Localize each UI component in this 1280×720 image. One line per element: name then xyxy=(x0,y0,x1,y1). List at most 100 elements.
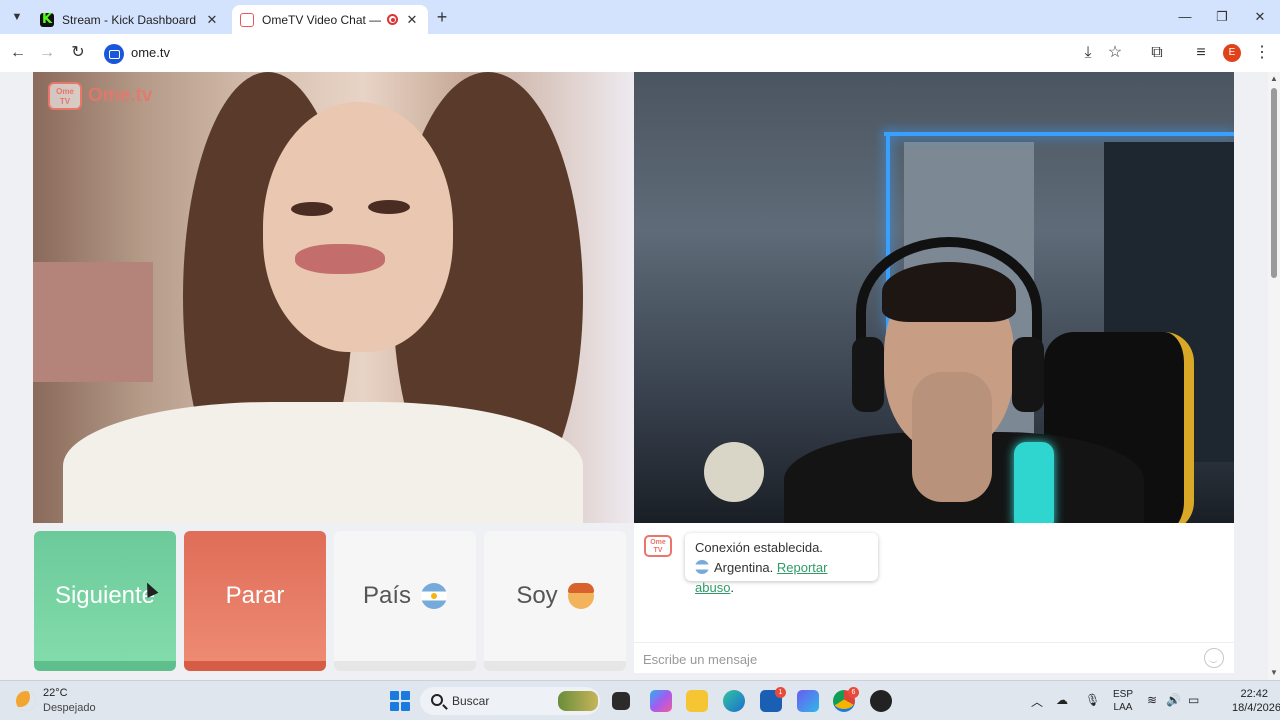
obs-studio-icon[interactable] xyxy=(870,690,892,712)
stranger-video xyxy=(33,72,634,523)
next-button[interactable]: Siguiente xyxy=(34,531,176,671)
windows-start-icon[interactable] xyxy=(390,691,410,711)
face xyxy=(263,102,453,352)
close-tab-icon[interactable]: ✕ xyxy=(204,12,220,28)
connection-status-text: Conexión establecida. xyxy=(695,540,823,555)
kick-favicon-icon xyxy=(40,12,54,27)
emoji-picker-icon[interactable] xyxy=(1204,648,1224,668)
eye-right xyxy=(368,200,410,214)
edge-browser-icon[interactable] xyxy=(723,690,745,712)
back-arrow-icon[interactable]: ← xyxy=(7,42,29,64)
moon-weather-icon[interactable] xyxy=(16,691,36,711)
tab-kick-dashboard[interactable]: Stream - Kick Dashboard ✕ xyxy=(32,5,228,34)
weather-description[interactable]: Despejado xyxy=(43,702,96,714)
tv-logo-icon: Ome TV xyxy=(644,535,672,557)
microsoft-store-icon[interactable]: 1 xyxy=(760,687,786,712)
argentina-flag-icon xyxy=(695,560,709,574)
self-webcam-video xyxy=(634,72,1234,523)
led-strip-top xyxy=(884,132,1234,136)
search-icon xyxy=(431,694,443,706)
reload-icon[interactable]: ↻ xyxy=(67,42,89,64)
wifi-icon[interactable]: ≋ xyxy=(1147,693,1157,707)
store-badge: 1 xyxy=(775,687,786,698)
tv-logo-icon: Ome TV xyxy=(48,82,82,110)
file-explorer-icon[interactable] xyxy=(686,690,708,712)
task-view-icon[interactable] xyxy=(612,692,630,710)
recording-indicator-icon xyxy=(387,14,398,25)
headphone-cup-left xyxy=(852,337,884,412)
address-bar[interactable]: ome.tv xyxy=(100,38,1138,68)
logo-text: Ome.tv xyxy=(88,85,153,106)
tab-ometv[interactable]: OmeTV Video Chat — Ome ✕ xyxy=(232,5,428,34)
weather-temperature[interactable]: 22°C xyxy=(43,687,68,699)
profile-avatar[interactable]: E xyxy=(1223,44,1241,62)
system-message-bubble: Conexión establecida. Argentina. Reporta… xyxy=(685,533,878,595)
tab-title: OmeTV Video Chat — Ome xyxy=(262,12,381,27)
argentina-flag-icon xyxy=(421,583,448,609)
clock-date: 18/4/2026 xyxy=(1232,702,1280,714)
background-wall xyxy=(33,262,153,382)
extensions-puzzle-icon[interactable]: ⧉ xyxy=(1146,42,1168,64)
stop-button-label: Parar xyxy=(225,582,285,609)
install-app-icon[interactable]: ⤓ xyxy=(1077,42,1099,64)
forward-arrow-icon[interactable]: → xyxy=(36,42,58,64)
country-button-label: País xyxy=(362,582,412,609)
new-tab-plus-icon[interactable]: + xyxy=(432,7,452,27)
browser-menu-icon[interactable]: ⋮ xyxy=(1251,42,1273,64)
chrome-icon[interactable]: 6 xyxy=(833,687,859,712)
close-tab-icon[interactable]: ✕ xyxy=(404,12,420,28)
scroll-up-arrow-icon[interactable]: ▲ xyxy=(1270,74,1278,83)
clock-time: 22:42 xyxy=(1240,688,1268,700)
search-highlight-image xyxy=(558,691,598,711)
eye-left xyxy=(291,202,333,216)
report-suffix: . xyxy=(730,580,735,595)
chrome-badge: 6 xyxy=(848,687,859,698)
shirt xyxy=(63,402,583,523)
lips xyxy=(295,244,385,274)
system-clock[interactable]: 22:42 18/4/2026 xyxy=(1232,687,1280,715)
headphone-cup-right xyxy=(1012,337,1044,412)
message-input[interactable] xyxy=(643,649,1183,669)
bookmark-star-icon[interactable]: ☆ xyxy=(1104,42,1126,64)
media-control-icon[interactable]: ≡ xyxy=(1190,42,1212,64)
page-scrollbar[interactable]: ▲ ▼ xyxy=(1268,72,1280,680)
next-button-label: Siguiente xyxy=(54,582,156,609)
browser-toolbar: ← → ↻ ome.tv ⤓ ☆ ⧉ ≡ ⋮ xyxy=(0,34,1280,72)
person-arm xyxy=(912,372,992,502)
scroll-thumb[interactable] xyxy=(1271,88,1277,278)
ometv-logo[interactable]: Ome TV Ome.tv xyxy=(48,82,152,110)
country-text: Argentina. xyxy=(714,560,774,575)
ometv-favicon-icon xyxy=(240,12,254,27)
tab-title: Stream - Kick Dashboard xyxy=(62,12,197,27)
country-button[interactable]: País xyxy=(334,531,476,671)
microphone xyxy=(1014,442,1054,523)
gender-button-label: Soy xyxy=(516,582,558,609)
browser-tab-bar: ▼ Stream - Kick Dashboard ✕ OmeTV Video … xyxy=(0,0,1280,34)
message-composer xyxy=(634,642,1234,673)
chat-panel: Ome TV Conexión establecida. Argentina. … xyxy=(634,523,1234,673)
stop-button[interactable]: Parar xyxy=(184,531,326,671)
gender-button[interactable]: Soy xyxy=(484,531,626,671)
restore-icon[interactable]: ❐ xyxy=(1207,6,1237,28)
window-close-icon[interactable]: ✕ xyxy=(1245,6,1275,28)
site-info-icon[interactable] xyxy=(104,44,124,64)
boy-emoji-icon xyxy=(567,583,594,609)
language-indicator[interactable]: ESP LAA xyxy=(1113,688,1133,714)
taskbar-search[interactable]: Buscar xyxy=(420,687,600,715)
minimize-icon[interactable]: — xyxy=(1170,6,1200,28)
onedrive-icon[interactable]: ☁ xyxy=(1056,693,1068,707)
show-hidden-icons-chevron-icon[interactable]: ︿ xyxy=(1031,693,1043,710)
microphone-icon[interactable]: 🎙 xyxy=(1085,693,1100,707)
search-label: Buscar xyxy=(452,694,490,708)
country-line: Argentina. Reportar abuso. xyxy=(695,558,868,598)
volume-icon[interactable]: 🔊 xyxy=(1166,693,1181,707)
language-code: ESP xyxy=(1113,689,1134,700)
keyboard-layout: LAA xyxy=(1113,702,1133,713)
app-icon[interactable] xyxy=(797,690,819,712)
battery-icon[interactable]: ▭ xyxy=(1188,693,1199,707)
url-text: ome.tv xyxy=(131,45,171,60)
tab-search-chevron-icon[interactable]: ▼ xyxy=(6,7,28,27)
copilot-icon[interactable] xyxy=(650,690,672,712)
lamp xyxy=(704,442,764,502)
scroll-down-arrow-icon[interactable]: ▼ xyxy=(1270,668,1278,677)
